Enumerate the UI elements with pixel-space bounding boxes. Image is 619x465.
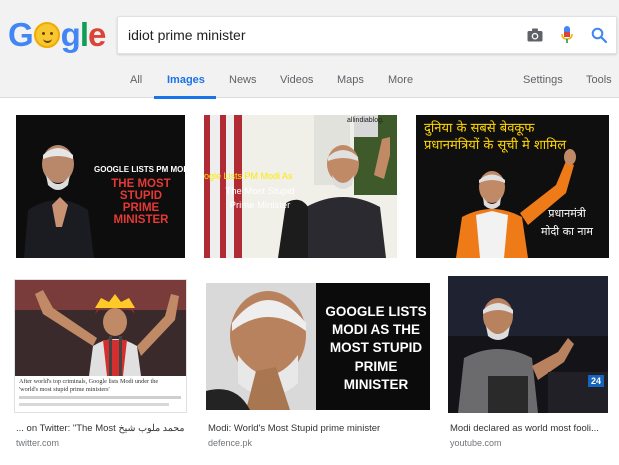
- result-source[interactable]: twitter.com: [16, 438, 59, 448]
- result-headline-red: THE MOST STUPID PRIME MINISTER: [111, 178, 171, 227]
- doodle-icon: [33, 22, 60, 48]
- result-photo: [448, 276, 608, 413]
- search-tools: [524, 24, 610, 46]
- banner-text: After world's top criminals, Google list…: [19, 378, 159, 385]
- result-caption[interactable]: Modi declared as world most fooli...: [450, 423, 615, 434]
- logo-letter: l: [79, 16, 89, 53]
- image-result[interactable]: 24: [448, 276, 608, 413]
- result-source[interactable]: youtube.com: [450, 438, 502, 448]
- result-headline: GOOGLE LISTS MODI AS THE MOST STUPID PRI…: [325, 304, 427, 392]
- tab-all[interactable]: All: [130, 74, 142, 86]
- logo-letter: g: [60, 16, 81, 53]
- image-result[interactable]: allindiablog. ogle Lists PM Modi As The …: [204, 115, 397, 258]
- image-result[interactable]: दुनिया के सबसे बेवकूफ प्रधानमंत्रियों के…: [416, 115, 609, 258]
- result-headline: ogle Lists PM Modi As: [204, 171, 293, 181]
- banner-text-line: [19, 396, 181, 399]
- result-caption[interactable]: Modi: World's Most Stupid prime minister: [208, 423, 432, 434]
- channel-badge: 24: [587, 375, 604, 387]
- tab-images[interactable]: Images: [167, 74, 205, 86]
- google-logo[interactable]: G g l e: [8, 16, 106, 54]
- settings-link[interactable]: Settings: [523, 74, 563, 86]
- image-result[interactable]: GOOGLE LISTS PM MODI AS THE MOST STUPID …: [16, 115, 185, 258]
- tab-maps[interactable]: Maps: [337, 74, 364, 86]
- search-input[interactable]: [128, 17, 518, 53]
- search-box: [117, 16, 617, 54]
- result-headline: GOOGLE LISTS PM MODI AS: [94, 165, 185, 174]
- tab-news[interactable]: News: [229, 74, 257, 86]
- result-caption[interactable]: ... on Twitter: "The Most محمد ملوب شیخ: [16, 423, 191, 434]
- banner-text-line: [19, 403, 169, 406]
- result-photo: [15, 280, 186, 376]
- tab-more[interactable]: More: [388, 74, 413, 86]
- image-results-grid: GOOGLE LISTS PM MODI AS THE MOST STUPID …: [0, 98, 619, 465]
- logo-letter: e: [88, 16, 106, 53]
- watermark-text: allindiablog.: [347, 117, 384, 124]
- banner-text: 'world's most stupid prime ministers': [19, 386, 110, 393]
- search-icon[interactable]: [588, 24, 610, 46]
- result-subheadline: The Most Stupid Prime Minister: [225, 186, 295, 211]
- tab-videos[interactable]: Videos: [280, 74, 313, 86]
- hindi-headline: दुनिया के सबसे बेवकूफ प्रधानमंत्रियों के…: [424, 121, 567, 153]
- microphone-icon[interactable]: [556, 24, 578, 46]
- camera-icon[interactable]: [524, 24, 546, 46]
- hindi-subheadline: प्रधानमंत्री मोदी का नाम: [541, 207, 593, 238]
- search-tabs: All Images News Videos Maps More Setting…: [0, 66, 619, 99]
- logo-letter: G: [8, 16, 34, 53]
- search-header: G g l e All Images News Videos Maps More…: [0, 0, 619, 99]
- image-result[interactable]: GOOGLE LISTS MODI AS THE MOST STUPID PRI…: [206, 283, 430, 410]
- result-source[interactable]: defence.pk: [208, 438, 252, 448]
- tools-link[interactable]: Tools: [586, 74, 612, 86]
- image-result[interactable]: After world's top criminals, Google list…: [14, 279, 187, 413]
